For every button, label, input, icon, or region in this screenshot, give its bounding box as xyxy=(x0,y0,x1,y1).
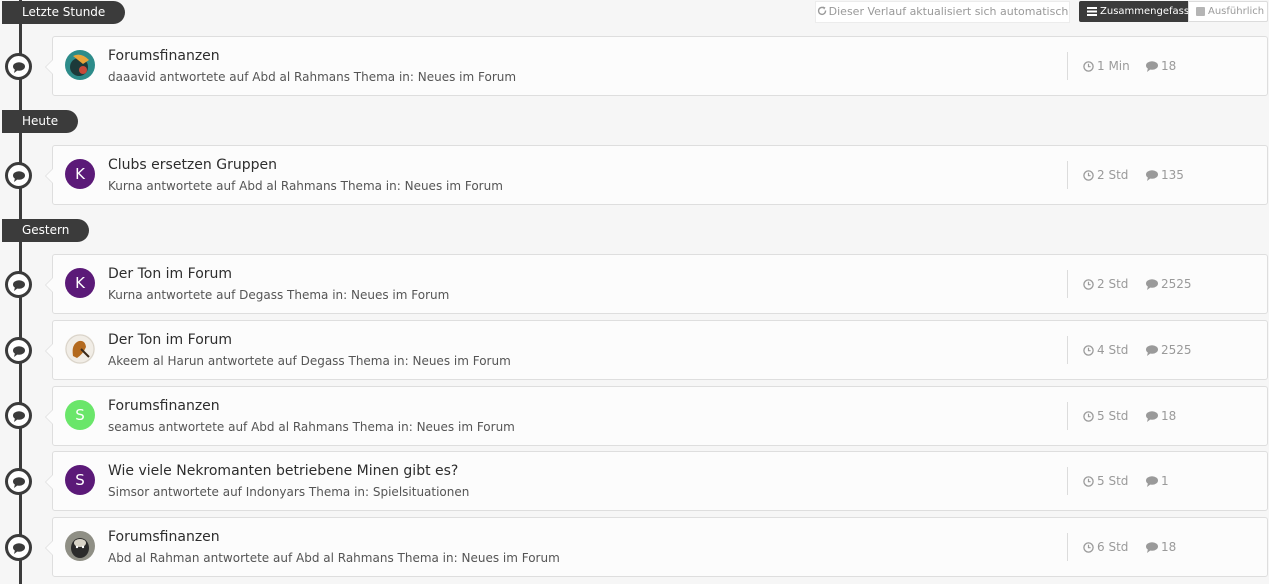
comment-icon xyxy=(1146,61,1158,72)
divider xyxy=(1067,336,1068,364)
divider xyxy=(1067,52,1068,80)
clock-icon xyxy=(1083,411,1094,422)
avatar[interactable]: K xyxy=(65,268,95,298)
item-subtitle: Simsor antwortete auf Indonyars Thema in… xyxy=(108,485,470,499)
item-time: 4 Std xyxy=(1083,343,1128,357)
avatar[interactable]: S xyxy=(65,465,95,495)
group-label-yesterday: Gestern xyxy=(2,219,90,242)
divider xyxy=(1067,161,1068,189)
comment-icon xyxy=(1146,411,1158,422)
activity-item[interactable]: Forumsfinanzen daaavid antwortete auf Ab… xyxy=(45,36,1268,96)
timeline-node xyxy=(5,271,32,298)
activity-item[interactable]: K Der Ton im Forum Kurna antwortete auf … xyxy=(45,254,1268,314)
item-time: 5 Std xyxy=(1083,409,1128,423)
comment-icon xyxy=(13,171,25,182)
comment-icon xyxy=(1146,170,1158,181)
comment-icon xyxy=(13,543,25,554)
clock-icon xyxy=(1083,542,1094,553)
item-title[interactable]: Forumsfinanzen xyxy=(108,529,220,545)
timeline-node xyxy=(5,53,32,80)
activity-item[interactable]: S Forumsfinanzen seamus antwortete auf A… xyxy=(45,386,1268,446)
item-time: 2 Std xyxy=(1083,168,1128,182)
avatar[interactable] xyxy=(65,50,95,80)
activity-item[interactable]: K Clubs ersetzen Gruppen Kurna antwortet… xyxy=(45,145,1268,205)
divider xyxy=(1067,270,1068,298)
item-title[interactable]: Forumsfinanzen xyxy=(108,48,220,64)
item-time: 5 Std xyxy=(1083,474,1128,488)
comment-icon xyxy=(1146,542,1158,553)
timeline-node xyxy=(5,402,32,429)
item-time: 1 Min xyxy=(1083,59,1130,73)
comment-icon xyxy=(1146,476,1158,487)
comment-icon xyxy=(1146,345,1158,356)
item-title[interactable]: Clubs ersetzen Gruppen xyxy=(108,157,277,173)
timeline-node xyxy=(5,468,32,495)
item-title[interactable]: Der Ton im Forum xyxy=(108,266,232,282)
group-label-last-hour: Letzte Stunde xyxy=(2,1,126,24)
item-time: 2 Std xyxy=(1083,277,1128,291)
view-detailed-button[interactable]: Ausführlich xyxy=(1188,1,1268,22)
item-replies: 135 xyxy=(1146,168,1184,182)
item-replies: 18 xyxy=(1146,59,1176,73)
activity-item[interactable]: S Wie viele Nekromanten betriebene Minen… xyxy=(45,451,1268,511)
divider xyxy=(1067,467,1068,495)
view-summary-button[interactable]: Zusammengefasst xyxy=(1079,1,1201,22)
clock-icon xyxy=(1083,61,1094,72)
item-replies: 18 xyxy=(1146,409,1176,423)
avatar[interactable]: S xyxy=(65,400,95,430)
divider xyxy=(1067,402,1068,430)
item-replies: 2525 xyxy=(1146,277,1192,291)
clock-icon xyxy=(1083,476,1094,487)
group-label-today: Heute xyxy=(2,110,79,133)
item-subtitle: Kurna antwortete auf Degass Thema in: Ne… xyxy=(108,288,450,302)
clock-icon xyxy=(1083,345,1094,356)
comment-icon xyxy=(1146,279,1158,290)
timeline-node xyxy=(5,534,32,561)
list-icon xyxy=(1087,7,1097,16)
item-subtitle: seamus antwortete auf Abd al Rahmans The… xyxy=(108,420,515,434)
auto-refresh-text: Dieser Verlauf aktualisiert sich automat… xyxy=(828,5,1069,18)
item-time: 6 Std xyxy=(1083,540,1128,554)
activity-item[interactable]: Der Ton im Forum Akeem al Harun antworte… xyxy=(45,320,1268,380)
item-subtitle: Kurna antwortete auf Abd al Rahmans Them… xyxy=(108,179,503,193)
comment-icon xyxy=(13,62,25,73)
comment-icon xyxy=(13,477,25,488)
auto-refresh-notice: Dieser Verlauf aktualisiert sich automat… xyxy=(815,1,1070,23)
divider xyxy=(1067,533,1068,561)
clock-icon xyxy=(1083,170,1094,181)
item-replies: 2525 xyxy=(1146,343,1192,357)
item-subtitle: Abd al Rahman antwortete auf Abd al Rahm… xyxy=(108,551,560,565)
refresh-icon xyxy=(817,6,826,16)
item-title[interactable]: Der Ton im Forum xyxy=(108,332,232,348)
avatar[interactable] xyxy=(65,334,95,364)
clock-icon xyxy=(1083,279,1094,290)
comment-icon xyxy=(13,346,25,357)
item-subtitle: daaavid antwortete auf Abd al Rahmans Th… xyxy=(108,70,517,84)
timeline-node xyxy=(5,162,32,189)
item-title[interactable]: Forumsfinanzen xyxy=(108,398,220,414)
item-subtitle: Akeem al Harun antwortete auf Degass The… xyxy=(108,354,511,368)
item-replies: 18 xyxy=(1146,540,1176,554)
comment-icon xyxy=(13,411,25,422)
comment-icon xyxy=(13,280,25,291)
avatar[interactable] xyxy=(65,531,95,561)
avatar[interactable]: K xyxy=(65,159,95,189)
item-title[interactable]: Wie viele Nekromanten betriebene Minen g… xyxy=(108,463,458,479)
square-icon xyxy=(1196,7,1205,16)
activity-item[interactable]: Forumsfinanzen Abd al Rahman antwortete … xyxy=(45,517,1268,577)
item-replies: 1 xyxy=(1146,474,1169,488)
timeline-node xyxy=(5,337,32,364)
